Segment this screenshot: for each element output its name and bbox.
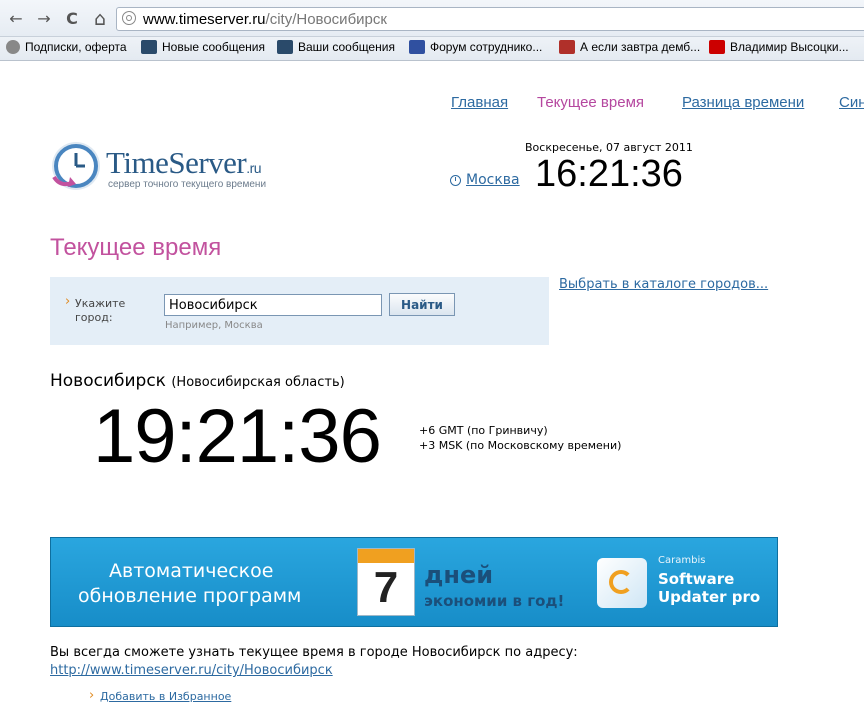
bookmark-label: Новые сообщения	[162, 40, 265, 54]
clock-icon	[450, 174, 461, 186]
home-icon[interactable]: ⌂	[90, 9, 110, 29]
info-text: Вы всегда сможете узнать текущее время в…	[50, 645, 578, 660]
nav-sync[interactable]: Син	[839, 94, 864, 111]
city-region: (Новосибирская область)	[171, 375, 345, 390]
bookmark-label: Ваши сообщения	[298, 40, 395, 54]
bookmark-item[interactable]: А если завтра демб...	[559, 40, 700, 54]
banner-days: дней	[424, 561, 494, 589]
city-heading: Новосибирск (Новосибирская область)	[50, 371, 345, 391]
bullet-arrow-icon: ›	[89, 688, 95, 703]
search-button[interactable]: Найти	[389, 293, 455, 316]
search-label: Укажите город:	[65, 295, 145, 325]
logo-tagline: сервер точного текущего времени	[108, 179, 267, 190]
bookmark-label: Форум сотруднико...	[430, 40, 543, 54]
city-search-input[interactable]	[164, 294, 382, 316]
bookmark-item[interactable]: Владимир Высоцки...	[709, 40, 849, 54]
ship-icon	[141, 40, 157, 54]
url-host: www.timeserver.ru	[143, 11, 266, 28]
calendar-icon: 7	[357, 548, 415, 616]
add-favorite-link[interactable]: Добавить в Избранное	[100, 690, 231, 703]
address-bar[interactable]: www.timeserver.ru/city/Новосибирск	[116, 7, 864, 31]
youtube-icon	[709, 40, 725, 54]
city-url-link[interactable]: http://www.timeserver.ru/city/Новосибирс…	[50, 663, 333, 678]
search-hint: Например, Москва	[165, 320, 263, 331]
page-icon	[122, 11, 136, 25]
banner-line1: Автоматическое	[109, 560, 274, 582]
msk-offset: +3 MSK (по Московскому времени)	[419, 439, 622, 452]
clock-logo-icon	[52, 142, 100, 190]
logo-name: TimeServer	[106, 145, 247, 180]
bookmark-item[interactable]: Новые сообщения	[141, 40, 265, 54]
bookmark-item[interactable]: Форум сотруднико...	[409, 40, 542, 54]
banner-line2: обновление программ	[78, 585, 302, 607]
bookmark-item[interactable]: Ваши сообщения	[277, 40, 395, 54]
time-offsets: +6 GMT (по Гринвичу) +3 MSK (по Московск…	[419, 423, 621, 453]
moscow-link[interactable]: Москва	[450, 172, 520, 188]
moscow-link-label: Москва	[466, 172, 520, 188]
city-catalog-link[interactable]: Выбрать в каталоге городов...	[559, 277, 768, 292]
ad-banner[interactable]: Автоматическое обновление программ 7 дне…	[50, 537, 778, 627]
city-search-panel: Укажите город: Найти Например, Москва	[50, 277, 549, 345]
banner-savings: экономии в год!	[424, 592, 565, 610]
address-url[interactable]: www.timeserver.ru/city/Новосибирск	[143, 11, 387, 28]
url-path: /city/Новосибирск	[265, 11, 387, 28]
site-logo[interactable]: TimeServer.ru сервер точного текущего вр…	[50, 139, 290, 197]
page-content: Главная Текущее время Разница времени Си…	[0, 61, 864, 724]
forward-icon[interactable]: →	[34, 9, 54, 29]
logo-wordmark: TimeServer.ru	[106, 145, 262, 181]
banner-brand: Carambis	[658, 555, 706, 566]
reload-icon[interactable]: C	[62, 9, 82, 29]
nav-time-difference[interactable]: Разница времени	[682, 94, 804, 111]
back-icon[interactable]: ←	[6, 9, 26, 29]
software-updater-icon	[597, 558, 647, 608]
bookmark-label: Подписки, оферта	[25, 40, 127, 54]
bookmark-label: А если завтра демб...	[580, 40, 701, 54]
logo-tld: .ru	[246, 160, 262, 176]
emblem-icon	[559, 40, 575, 54]
city-name: Новосибирск	[50, 371, 166, 391]
bookmark-label: Владимир Высоцки...	[730, 40, 849, 54]
bookmark-item[interactable]: Подписки, оферта	[6, 40, 127, 54]
bookmarks-bar: Подписки, оферта Новые сообщения Ваши со…	[0, 37, 864, 61]
city-time: 19:21:36	[93, 394, 382, 479]
moscow-time: 16:21:36	[535, 153, 683, 195]
banner-product1: Software	[658, 570, 735, 588]
ship-icon	[277, 40, 293, 54]
calendar-number: 7	[373, 563, 399, 612]
page-title: Текущее время	[50, 234, 222, 261]
nav-home[interactable]: Главная	[451, 94, 508, 111]
gmt-offset: +6 GMT (по Гринвичу)	[419, 424, 548, 437]
banner-product2: Updater pro	[658, 588, 761, 606]
emblem-icon	[409, 40, 425, 54]
globe-icon	[6, 40, 20, 54]
browser-toolbar: ← → C ⌂ www.timeserver.ru/city/Новосибир…	[0, 0, 864, 37]
nav-current-time[interactable]: Текущее время	[537, 94, 644, 111]
